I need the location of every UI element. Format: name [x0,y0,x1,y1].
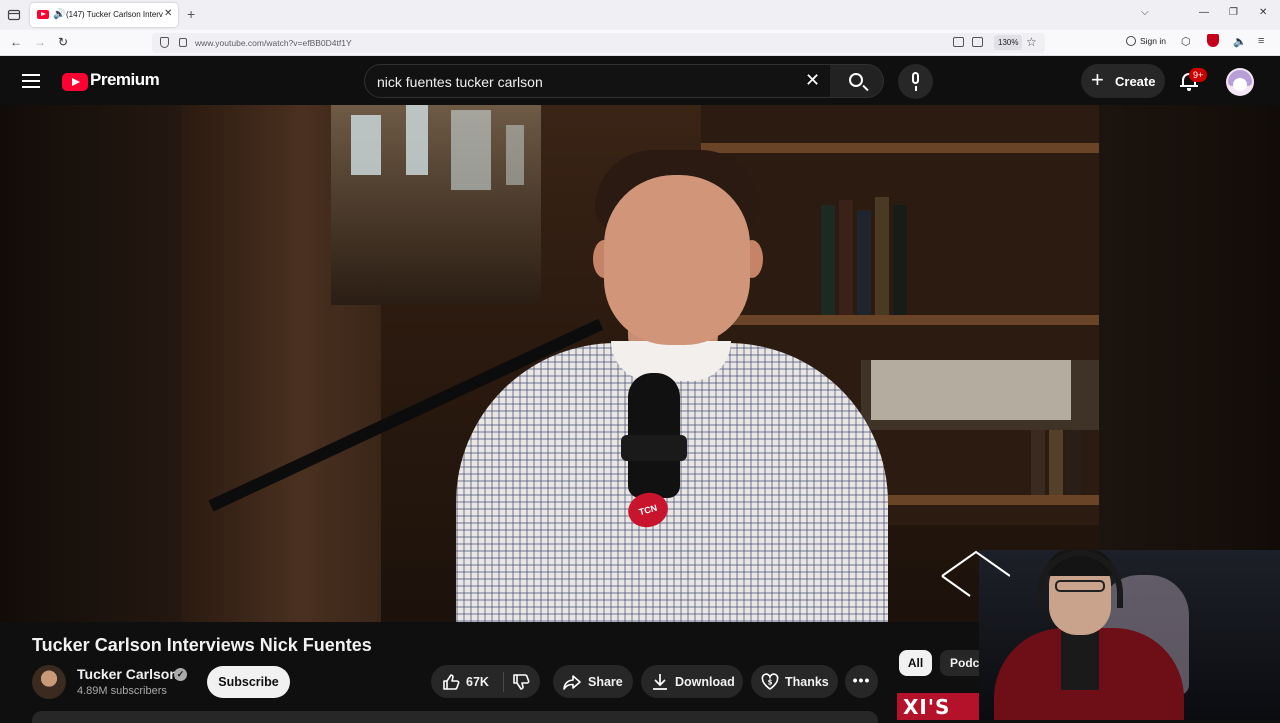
like-dislike-group: 67K [431,665,540,698]
close-tab-icon[interactable]: ✕ [164,8,172,19]
tracking-protection-shield-icon[interactable] [160,37,169,48]
channel-avatar[interactable] [32,665,66,699]
extensions-puzzle-icon[interactable]: ⬡ [1181,35,1191,48]
thanks-heart-dollar-icon: $ [761,673,779,690]
download-button[interactable]: Download [641,665,743,698]
background-window [331,105,541,305]
tab-overflow-chevron-icon[interactable]: ⌵ [1141,7,1149,18]
video-player[interactable]: TCN [0,105,1280,622]
tab-title: (147) Tucker Carlson Interv [66,10,163,19]
ublock-extension-icon[interactable] [1207,34,1219,47]
thanks-button[interactable]: $ Thanks [751,665,838,698]
svg-text:$: $ [768,679,773,687]
browser-tab-bar: 🔊 (147) Tucker Carlson Interv ✕ + ⌵ — ❐ … [0,0,1280,30]
account-icon [1126,36,1136,46]
download-icon [653,674,667,690]
create-button[interactable]: + Create [1081,64,1165,98]
description-box[interactable] [32,711,878,723]
like-dislike-divider [503,672,504,692]
related-video-thumbnail[interactable]: XI'S [897,693,987,720]
tab-list-icon[interactable] [6,7,22,23]
youtube-premium-logo[interactable]: Premium [90,70,160,90]
player-letterbox-left [0,105,181,622]
restore-window-button[interactable]: ❐ [1229,7,1238,18]
share-button[interactable]: Share [553,665,633,698]
browser-nav-bar: ← → ↻ www.youtube.com/watch?v=efBB0D4tf1… [0,30,1280,56]
guide-menu-icon[interactable] [22,74,40,88]
search-box [364,64,842,98]
bookmark-star-icon[interactable]: ☆ [1026,35,1037,49]
browser-tab-active[interactable]: 🔊 (147) Tucker Carlson Interv ✕ [30,3,178,27]
zoom-level[interactable]: 130% [994,35,1023,50]
player-letterbox-right [1099,105,1280,622]
notification-count-badge: 9+ [1189,68,1208,82]
app-menu-icon[interactable]: ≡ [1258,35,1264,47]
end-screen-diamond-icon[interactable] [940,538,1010,598]
share-arrow-icon [563,675,581,690]
url-text[interactable]: www.youtube.com/watch?v=efBB0D4tf1Y [195,38,352,48]
channel-name[interactable]: Tucker Carlson [77,666,178,682]
microphone-clamp [621,435,687,461]
streamer-shirt [1061,630,1099,690]
search-button[interactable] [830,64,884,98]
close-window-button[interactable]: ✕ [1259,7,1267,18]
background-sign [871,360,1071,420]
reader-view-icon[interactable] [972,37,983,47]
sign-in-button[interactable]: Sign in [1126,36,1166,46]
thanks-label: Thanks [785,675,829,689]
like-thumb-up-icon[interactable] [441,672,461,692]
plus-icon: + [1091,67,1104,92]
microphone-stand [915,86,917,91]
verified-check-icon: ✓ [174,668,187,681]
forward-arrow-icon[interactable]: → [34,35,46,49]
search-icon [849,73,863,87]
chip-all[interactable]: All [899,650,932,676]
dislike-thumb-down-icon[interactable] [511,672,531,692]
address-bar[interactable]: www.youtube.com/watch?v=efBB0D4tf1Y 130%… [152,33,1045,53]
audio-playing-icon[interactable]: 🔊 [53,9,65,20]
download-label: Download [675,675,735,689]
media-audio-icon[interactable]: 🔈 [1233,35,1247,48]
picture-in-picture-icon[interactable] [953,37,964,47]
youtube-logo-icon[interactable] [62,73,88,91]
subscribe-button[interactable]: Subscribe [207,666,290,698]
more-actions-button[interactable]: ••• [845,665,878,698]
voice-search-button[interactable] [898,64,933,99]
youtube-favicon-icon [37,10,49,19]
youtube-masthead: Premium ✕ + Create 9+ [0,57,1280,105]
microphone-icon [912,72,919,84]
like-count[interactable]: 67K [466,675,489,689]
account-avatar[interactable] [1226,68,1254,96]
back-arrow-icon[interactable]: ← [10,35,22,49]
clear-search-icon[interactable]: ✕ [805,70,820,90]
new-tab-button[interactable]: + [187,6,195,22]
streamer-webcam-overlay [979,550,1280,720]
subscriber-count: 4.89M subscribers [77,685,167,697]
minimize-window-button[interactable]: — [1199,7,1209,18]
share-label: Share [588,675,623,689]
lock-icon[interactable] [179,38,187,47]
thumbnail-text: XI'S [903,695,951,719]
video-title: Tucker Carlson Interviews Nick Fuentes [32,635,372,655]
sign-in-label: Sign in [1140,36,1166,46]
create-label: Create [1115,74,1156,89]
reload-icon[interactable]: ↻ [58,35,68,49]
host-face [604,175,750,345]
search-input[interactable] [377,72,797,92]
